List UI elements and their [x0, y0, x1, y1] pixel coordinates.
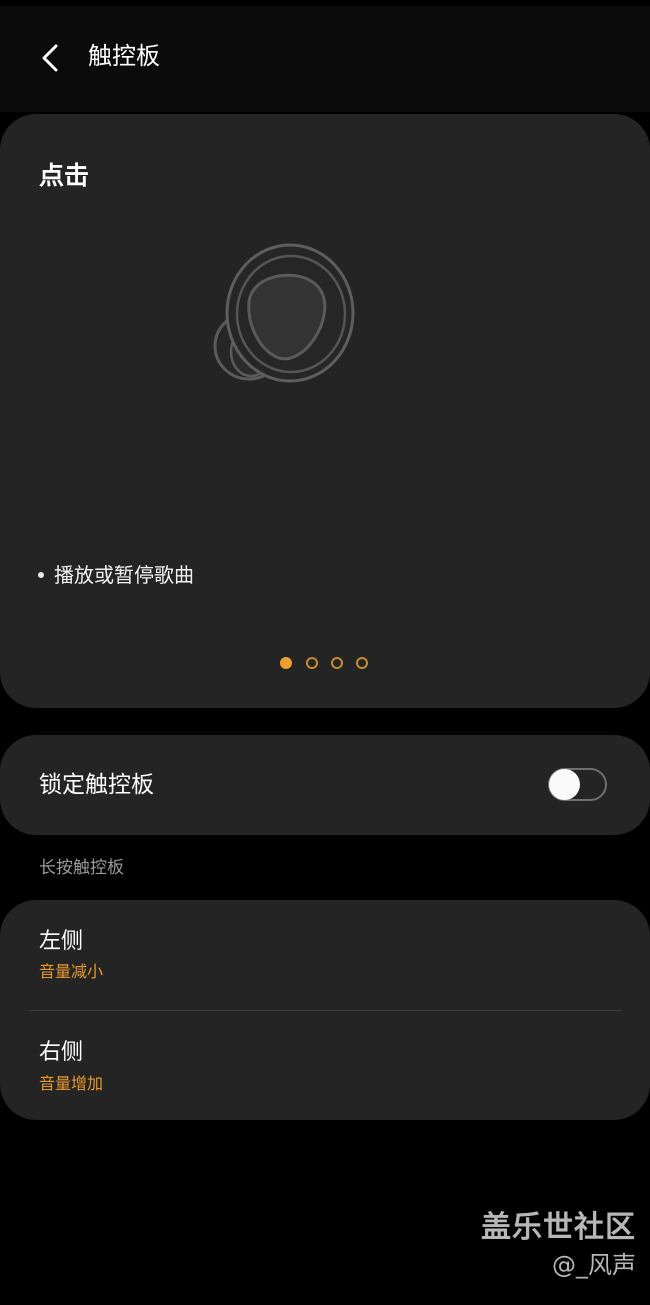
page-dot-2[interactable] — [306, 657, 318, 669]
lock-touchpad-toggle[interactable] — [548, 768, 607, 801]
tap-gesture-card[interactable] — [0, 114, 650, 708]
watermark-brand: 盖乐世社区 — [481, 1210, 636, 1245]
left-side-title: 左侧 — [39, 929, 84, 954]
chevron-left-icon — [42, 44, 58, 72]
watermark: 盖乐世社区 @_风声 — [481, 1208, 636, 1280]
section-label-long-press: 长按触控板 — [39, 858, 124, 878]
long-press-left-row[interactable] — [0, 906, 650, 1006]
bullet-icon — [38, 571, 44, 578]
page-dot-3[interactable] — [331, 657, 343, 669]
back-button[interactable] — [30, 34, 70, 82]
right-side-value: 音量增加 — [39, 1074, 104, 1093]
page-title: 触控板 — [88, 42, 160, 70]
page-indicator — [280, 657, 380, 671]
page-dot-4[interactable] — [356, 657, 368, 669]
watermark-author: @_风声 — [552, 1251, 636, 1279]
gesture-title: 点击 — [39, 161, 90, 190]
page-dot-1[interactable] — [280, 657, 292, 669]
gesture-description: 播放或暂停歌曲 — [38, 560, 194, 590]
gesture-description-text: 播放或暂停歌曲 — [54, 563, 194, 587]
toggle-knob — [549, 769, 580, 800]
lock-touchpad-label: 锁定触控板 — [39, 772, 154, 798]
earbud-icon — [213, 243, 355, 383]
long-press-right-row[interactable] — [0, 1014, 650, 1114]
row-divider — [29, 1010, 622, 1011]
right-side-title: 右侧 — [39, 1040, 84, 1065]
left-side-value: 音量减小 — [39, 962, 104, 981]
app-header: 触控板 — [0, 6, 650, 112]
